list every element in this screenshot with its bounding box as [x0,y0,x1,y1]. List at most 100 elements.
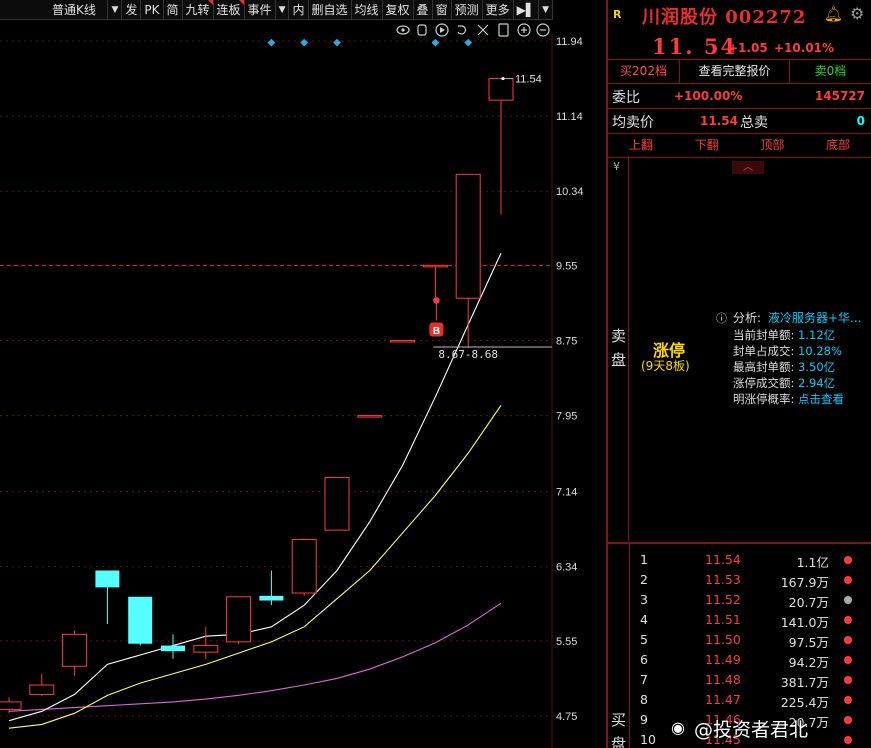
toolbar-play-button[interactable]: ▶▌ [514,0,540,20]
eye-icon[interactable] [396,25,410,35]
up-candle [422,264,448,299]
watermark: @投资者君北 [694,719,809,741]
up-candle [324,477,350,531]
kline-type-dropdown[interactable]: ▼ [108,0,123,20]
order-price: 11.53 [705,572,741,587]
down-candle [259,570,284,606]
buy-marker-dot [433,297,440,304]
next-limit-prob-link[interactable]: 点击查看 [798,392,844,406]
candle-body [62,633,88,667]
price-tick-label: 9.55 [556,260,577,272]
tab-full-quote[interactable]: 查看完整报价 [680,60,790,84]
page-up-button[interactable]: 上翻 [608,134,674,157]
toolbar-adjust-button[interactable]: 复权 [383,0,414,20]
analysis-value[interactable]: 液冷服务器+华... [768,309,862,326]
stock-name: 川润股份 002272 [642,7,807,28]
kline-type-button[interactable]: 普通K线 [0,0,109,20]
toolbar-more-button[interactable]: 更多 [483,0,514,20]
candle-body [422,264,448,268]
toolbar-remove-watchlist-button[interactable]: 删自选 [309,0,352,20]
up-candle [390,339,416,343]
order-level: 2 [640,572,648,587]
weibo-icon: ◉ [671,718,685,737]
price-tick-label: 11.14 [556,111,583,123]
notes-icon[interactable] [498,23,509,37]
price-tick-label: 5.55 [556,636,577,648]
play-circle-icon[interactable] [435,23,449,37]
bottom-button[interactable]: 底部 [805,134,871,157]
order-volume: 1.1亿 [796,555,829,570]
order-volume: 381.7万 [780,675,829,690]
page-nav: 上翻 下翻 顶部 底部 [608,134,871,158]
buy-marker-label: B [433,326,440,337]
up-candle [29,673,55,697]
max-seal-value: 3.50亿 [798,360,836,374]
undo-icon[interactable] [457,25,466,35]
toolbar-jian-button[interactable]: 简 [164,0,183,20]
event-diamond-icon [300,38,309,47]
r-badge: R [613,8,622,21]
order-level: 5 [640,632,648,647]
seal-amount-label: 当前封单额: [733,328,795,342]
zoom-in-icon[interactable] [517,23,531,37]
red-corner-icon [238,0,244,5]
collapse-chevron-icon[interactable]: ︿ [732,161,764,174]
status-dot-icon [844,696,852,704]
toolbar-event-button[interactable]: 事件 [245,0,276,20]
tab-buy-depth[interactable]: 买202档 [608,60,680,84]
order-volume: 94.2万 [788,655,829,670]
order-book-row[interactable]: 3 11.52 20.7万 [608,590,871,610]
event-diamond-icon [333,38,341,47]
bell-icon[interactable]: 🔔︎ [824,5,843,23]
scissors-icon[interactable] [477,24,489,36]
candle-body [488,78,514,101]
zoom-out-icon[interactable] [536,23,550,37]
event-dropdown[interactable]: ▼ [276,0,290,20]
candle-body [128,596,153,644]
order-book-row[interactable]: 2 11.53 167.9万 [608,570,871,590]
candle-body [161,645,185,652]
avg-sell-row: 均卖价 11.54 总卖 0 [608,109,871,134]
toolbar-jiuzhuan-button[interactable]: 九转 [183,0,214,20]
kline-chart[interactable]: 11.94 11.14 10.34 9.55 8.75 7.95 7.14 6.34 5.55 4… [0,20,606,748]
order-level: 6 [640,652,648,667]
avg-sell-label: 均卖价 [612,115,654,131]
order-book-row[interactable]: 7 11.48 381.7万 [608,670,871,690]
toolbar-window-button[interactable]: 窗 [433,0,452,20]
toolbar-fa-button[interactable]: 发 [122,0,142,20]
next-limit-prob-row: 明涨停概率: 点击查看 [733,391,844,407]
order-volume: 97.5万 [788,635,829,650]
order-price: 11.52 [705,592,741,607]
order-book-row[interactable]: 6 11.49 94.2万 [608,650,871,670]
order-volume: 167.9万 [780,575,829,590]
hand-icon[interactable] [417,24,427,36]
order-book-row[interactable]: 1 11.54 1.1亿 [608,550,871,570]
limit-turnover-row: 涨停成交额: 2.94亿 [733,375,835,391]
candle-body [226,596,252,643]
toolbar-overflow-dropdown[interactable]: ▼ [539,0,553,20]
down-candle [95,570,120,624]
order-book-row[interactable]: 8 11.47 225.4万 [608,690,871,710]
max-seal-label: 最高封单额: [733,360,795,374]
toolbar-ma-button[interactable]: 均线 [352,0,383,20]
down-candle [161,634,185,659]
order-book-row[interactable]: 5 11.50 97.5万 [608,630,871,650]
info-icon: ⓘ [716,312,727,325]
order-book-row[interactable]: 4 11.51 141.0万 [608,610,871,630]
chart-toolbar: 普通K线 ▼ 发 PK 简 九转 连板 事件 ▼ 内 删自选 均线 复权 叠 窗… [0,0,553,20]
toolbar-overlay-button[interactable]: 叠 [414,0,433,20]
toolbar-pk-button[interactable]: PK [141,0,164,20]
status-dot-icon [844,616,852,624]
up-candle [291,539,317,596]
toolbar-forecast-button[interactable]: 预测 [452,0,483,20]
candle-body [324,477,350,531]
toolbar-nei-button[interactable]: 内 [289,0,309,20]
total-sell-label: 总卖 [740,115,768,131]
limit-turnover-label: 涨停成交额: [733,376,795,390]
status-dot-icon [844,596,852,604]
tab-sell-depth[interactable]: 卖0档 [790,60,871,84]
toolbar-lianban-button[interactable]: 连板 [214,0,245,20]
page-down-button[interactable]: 下翻 [674,134,740,157]
gear-icon[interactable]: ⚙ [850,4,864,23]
top-button[interactable]: 顶部 [740,134,806,157]
